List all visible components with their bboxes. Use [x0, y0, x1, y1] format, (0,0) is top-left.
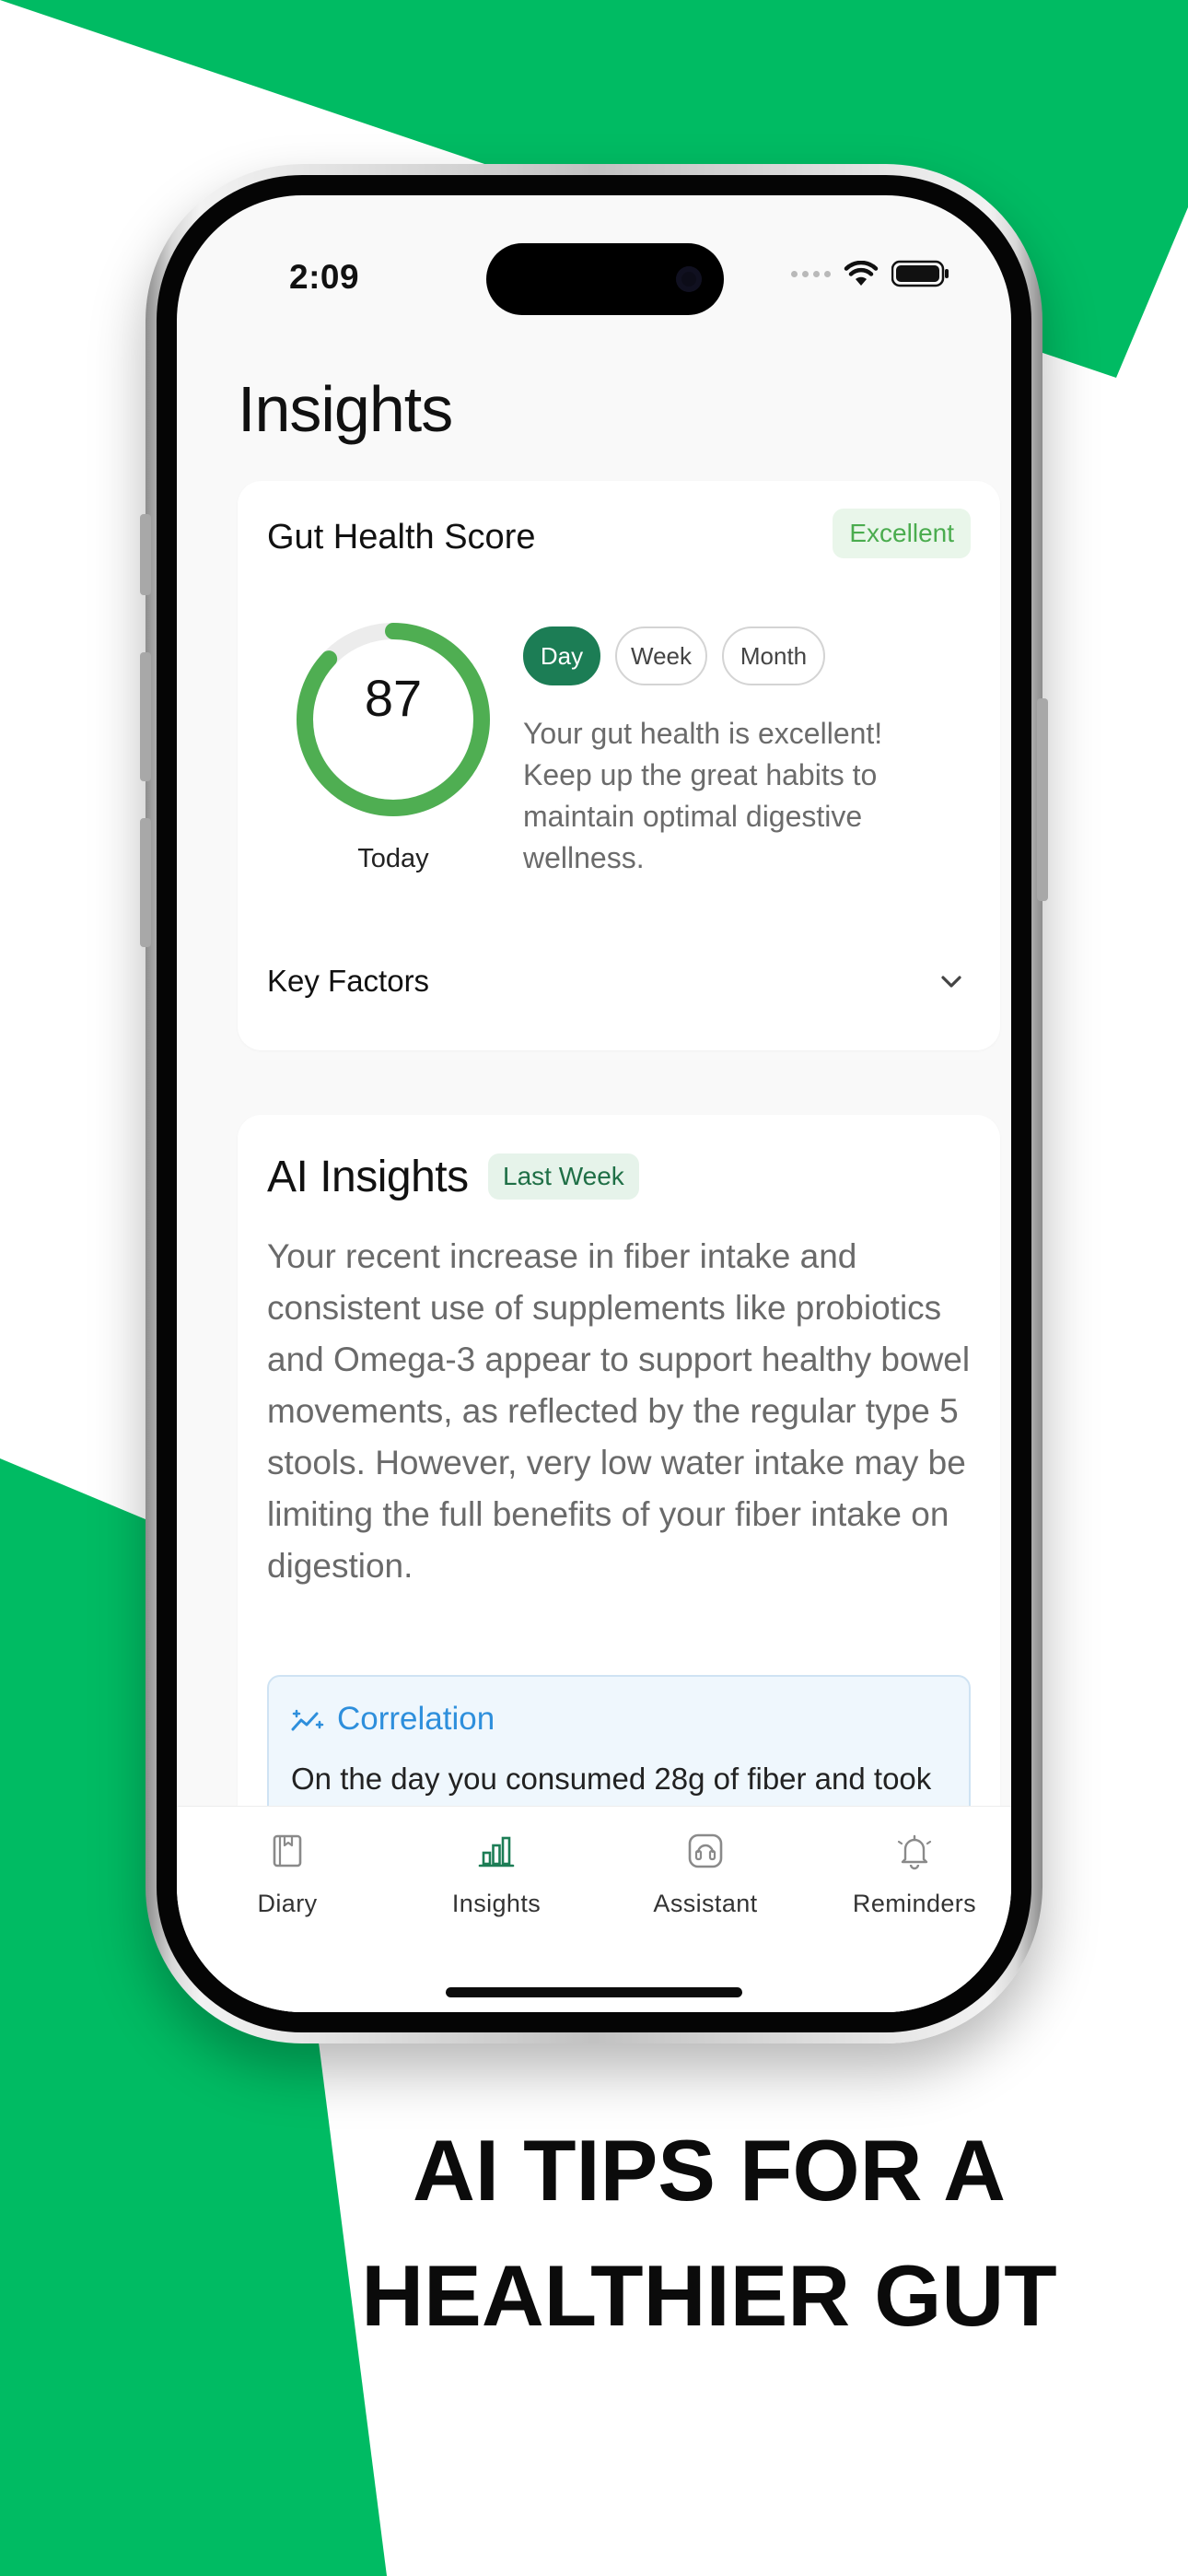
correlation-title: Correlation	[337, 1701, 495, 1737]
dynamic-island	[486, 243, 724, 315]
page-title: Insights	[238, 373, 453, 445]
assistant-icon	[688, 1833, 723, 1868]
ai-insights-title: AI Insights	[267, 1153, 469, 1201]
action-button	[140, 514, 151, 595]
key-factors-toggle[interactable]: Key Factors	[267, 964, 429, 999]
tab-diary[interactable]: Diary	[183, 1831, 391, 1918]
ai-insights-text: Your recent increase in fiber intake and…	[267, 1237, 971, 1585]
tab-label-diary: Diary	[257, 1890, 318, 1917]
status-icons	[791, 260, 950, 287]
cellular-dots-icon	[791, 270, 831, 277]
bell-icon	[897, 1834, 932, 1870]
tab-label-reminders: Reminders	[852, 1890, 977, 1917]
battery-icon	[891, 260, 949, 287]
tab-label-assistant: Assistant	[653, 1890, 758, 1917]
status-time: 2:09	[289, 258, 360, 296]
bar-chart-icon	[478, 1836, 515, 1868]
tab-insights[interactable]: Insights	[392, 1831, 600, 1918]
score-description: Your gut health is excellent! Keep up th…	[523, 717, 883, 874]
side-button	[1037, 698, 1048, 901]
status-badge: Excellent	[833, 509, 971, 558]
volume-down-button	[140, 818, 151, 947]
score-value: 87	[364, 669, 423, 727]
headline-line-2: HEALTHIER GUT	[361, 2247, 1057, 2344]
diary-book-icon	[273, 1834, 302, 1868]
period-selector: Day Week Month	[523, 626, 825, 685]
gut-health-title: Gut Health Score	[267, 518, 536, 556]
headline-line-1: AI TIPS FOR A	[412, 2122, 1007, 2219]
marketing-headline: AI TIPS FOR A HEALTHIER GUT	[350, 2108, 1068, 2359]
front-camera	[676, 266, 702, 292]
trend-sparkle-icon	[291, 1709, 324, 1731]
score-label: Today	[357, 844, 429, 873]
period-week-button[interactable]: Week	[615, 626, 707, 685]
status-bar: 2:09	[177, 195, 1011, 343]
volume-up-button	[140, 652, 151, 781]
period-badge: Last Week	[488, 1153, 639, 1200]
period-month-button[interactable]: Month	[722, 626, 825, 685]
tab-label-insights: Insights	[451, 1890, 542, 1917]
home-indicator[interactable]	[446, 1987, 742, 1997]
tab-reminders[interactable]: Reminders	[810, 1831, 1011, 1918]
app-screen: 2:09 Insights Gut Health Score Excellent…	[177, 195, 1011, 2012]
period-day-button[interactable]: Day	[523, 626, 600, 685]
chevron-down-icon[interactable]	[938, 967, 965, 995]
gut-health-card: Gut Health Score Excellent 87 Today Day …	[238, 481, 1000, 1050]
tab-bar: Diary Insights Assistant Reminders	[177, 1806, 1011, 2012]
correlation-header: Correlation	[291, 1701, 495, 1738]
tab-assistant[interactable]: Assistant	[601, 1831, 809, 1918]
phone-frame: 2:09 Insights Gut Health Score Excellent…	[140, 164, 1048, 2043]
phone-bezel: 2:09 Insights Gut Health Score Excellent…	[157, 175, 1031, 2032]
wifi-icon	[844, 261, 879, 286]
